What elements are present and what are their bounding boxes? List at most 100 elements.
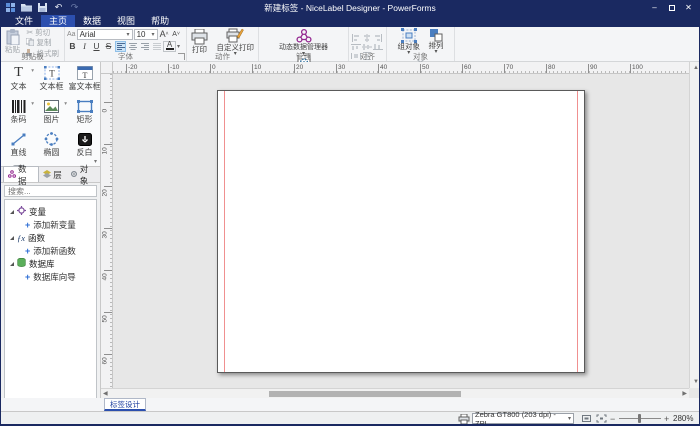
left-panel: T 文本▾ T 文本框 T 富文本框 条码▾	[1, 62, 101, 411]
scroll-right-icon[interactable]: ▶	[682, 391, 687, 397]
grow-font-button[interactable]: A˄	[159, 29, 170, 40]
align-right-button[interactable]	[373, 29, 384, 38]
font-color-button[interactable]: A	[163, 41, 176, 52]
tab-file[interactable]: 文件	[7, 15, 41, 27]
cut-icon: ✂	[26, 29, 33, 37]
panel-tab-objects[interactable]: 对象	[66, 167, 100, 182]
tab-label-design[interactable]: 标签设计	[104, 398, 146, 411]
scroll-down-icon[interactable]: ▼	[693, 379, 699, 385]
font-color-dropdown[interactable]: ▾	[177, 43, 180, 50]
tab-home[interactable]: 主页	[41, 15, 75, 27]
tab-view[interactable]: 视图	[109, 15, 143, 27]
chevron-down-icon[interactable]: ▾	[64, 101, 67, 107]
text-tool[interactable]: T 文本▾	[3, 64, 34, 96]
ribbon-group-actions: 打印 自定义打印 ▾ 动作	[187, 27, 259, 61]
dynamic-data-manager-button[interactable]: 动态数据管理器 ▾	[277, 28, 330, 54]
zoom-to-fit-button[interactable]	[595, 412, 608, 425]
chevron-down-icon[interactable]: ▾	[31, 101, 34, 107]
horizontal-scrollbar[interactable]: ◀ ▶	[101, 388, 689, 398]
justify-button[interactable]	[151, 41, 162, 52]
line-tool[interactable]: 直线	[3, 130, 34, 162]
ellipse-tool-icon	[44, 130, 59, 148]
layers-tab-icon	[43, 170, 51, 180]
custom-print-button[interactable]: 自定义打印 ▾	[214, 28, 256, 54]
h-ruler-tick: 100	[630, 64, 643, 73]
custom-print-icon	[226, 28, 244, 44]
vertical-scrollbar[interactable]: ▲ ▼	[689, 62, 700, 388]
richtext-tool[interactable]: T 富文本框	[69, 64, 100, 96]
zoom-in-button[interactable]: +	[664, 412, 669, 425]
expand-arrow-icon[interactable]	[10, 262, 14, 266]
italic-button[interactable]: I	[79, 41, 90, 52]
tree-node-functions[interactable]: ƒx 函数	[5, 231, 96, 244]
label-canvas[interactable]	[217, 90, 585, 373]
picture-tool-icon	[44, 97, 59, 115]
tab-help[interactable]: 帮助	[143, 15, 177, 27]
zoom-slider-track[interactable]	[619, 418, 661, 419]
search-input[interactable]	[4, 185, 97, 197]
maximize-button[interactable]	[663, 0, 680, 15]
align-text-center-button[interactable]	[127, 41, 138, 52]
close-button[interactable]: ✕	[680, 0, 697, 15]
ribbon: 粘贴 ✂ 剪切 复制 格式刷 剪贴板 Aa	[1, 27, 699, 62]
font-dialog-launcher-icon[interactable]	[178, 53, 185, 60]
paste-button[interactable]: 粘贴	[3, 28, 22, 54]
align-left-button[interactable]	[351, 29, 362, 38]
ribbon-group-objects: 组对象 ▾ 排列 ▾ ✕ 删除 对象	[387, 27, 455, 61]
barcode-tool[interactable]: 条码▾	[3, 97, 34, 129]
expand-arrow-icon[interactable]	[10, 210, 14, 214]
plus-icon: +	[25, 246, 30, 256]
horizontal-scroll-thumb[interactable]	[269, 391, 461, 397]
panel-tab-data[interactable]: 数据	[3, 166, 39, 182]
print-button[interactable]: 打印	[189, 28, 210, 54]
zoom-slider-handle[interactable]	[638, 414, 641, 423]
printer-select[interactable]: Zebra GT800 (203 dpi) - ZPL ▾	[472, 413, 574, 424]
title-bar: ↶ ↷ 新建标签 - NiceLabel Designer - PowerFor…	[1, 0, 699, 15]
align-center-button[interactable]	[362, 29, 373, 38]
scroll-up-icon[interactable]: ▲	[693, 65, 699, 71]
align-text-left-button[interactable]	[115, 41, 126, 52]
tab-data[interactable]: 数据	[75, 15, 109, 27]
arrange-button[interactable]: 排列 ▾	[426, 28, 445, 54]
h-ruler-tick: -20	[126, 64, 137, 73]
tree-node-databases[interactable]: 数据库	[5, 257, 96, 270]
ellipse-tool[interactable]: 椭圆	[36, 130, 67, 162]
panel-tab-layers[interactable]: 层	[39, 167, 66, 182]
scroll-left-icon[interactable]: ◀	[103, 391, 108, 397]
bold-button[interactable]: B	[67, 41, 78, 52]
align-bottom-button[interactable]	[373, 38, 384, 47]
align-text-right-button[interactable]	[139, 41, 150, 52]
picture-tool[interactable]: 图片▾	[36, 97, 67, 129]
zoom-to-document-button[interactable]	[580, 412, 593, 425]
copy-icon	[26, 38, 34, 48]
font-family-select[interactable]: Arial▾	[77, 29, 133, 40]
database-icon	[17, 258, 26, 269]
rectangle-tool[interactable]: 矩形	[69, 97, 100, 129]
copy-button[interactable]: 复制	[26, 38, 59, 48]
plus-icon: +	[25, 272, 30, 282]
add-new-function-link[interactable]: + 添加新函数	[5, 244, 96, 257]
shrink-font-button[interactable]: A˅	[171, 29, 182, 40]
v-ruler-number: 20	[102, 187, 109, 197]
document-tab-bar: 标签设计	[1, 398, 699, 411]
align-middle-button[interactable]	[362, 38, 373, 47]
underline-button[interactable]: U	[91, 41, 102, 52]
tree-node-variables[interactable]: 变量	[5, 205, 96, 218]
group-objects-button[interactable]: 组对象 ▾	[396, 28, 423, 54]
font-size-select[interactable]: 10▾	[134, 29, 158, 40]
expand-arrow-icon[interactable]	[10, 236, 14, 240]
strikethrough-button[interactable]: S	[103, 41, 114, 52]
align-top-button[interactable]	[351, 38, 362, 47]
v-ruler-number: 30	[102, 229, 109, 239]
database-wizard-link[interactable]: + 数据库向导	[5, 270, 96, 283]
zoom-out-button[interactable]: −	[610, 412, 615, 425]
chevron-down-icon[interactable]: ▾	[31, 68, 34, 74]
objects-group-label: 对象	[387, 52, 454, 61]
v-ruler-number: 10	[102, 145, 109, 155]
add-new-variable-link[interactable]: + 添加新变量	[5, 218, 96, 231]
minimize-button[interactable]: –	[646, 0, 663, 15]
textbox-tool[interactable]: T 文本框	[36, 64, 67, 96]
align-group-label: 对齐	[349, 52, 386, 61]
zoom-slider[interactable]	[619, 412, 661, 425]
cut-button[interactable]: ✂ 剪切	[26, 29, 59, 37]
